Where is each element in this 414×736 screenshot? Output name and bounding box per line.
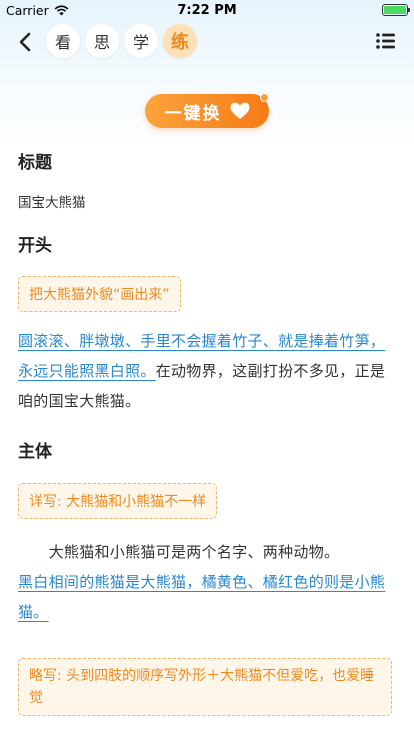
opening-tip-tag[interactable]: 把大熊猫外貌“画出来” [18, 276, 181, 312]
one-click-swap-button[interactable]: 一键换 [145, 93, 269, 128]
title-text: 国宝大熊猫 [18, 195, 86, 211]
opening-paragraph: 圆滚滚、胖墩墩、手里不会握着竹子、就是捧着竹笋，永远只能照黑白照。在动物界，这副… [18, 326, 398, 416]
body-brief-tag[interactable]: 略写: 头到四肢的顺序写外形＋大熊猫不但爱吃，也爱睡觉 [18, 658, 392, 716]
status-bar: Carrier 7:22 PM [0, 0, 414, 20]
body-heading: 主体 [18, 442, 52, 462]
tab-think[interactable]: 思 [85, 24, 119, 58]
body-paragraph-text: 大熊猫和小熊猫可是两个名字、两种动物。 [18, 543, 340, 561]
opening-heading: 开头 [18, 236, 52, 256]
tab-learn[interactable]: 学 [124, 24, 158, 58]
battery-icon [382, 4, 410, 16]
status-time: 7:22 PM [177, 3, 237, 18]
heart-icon [230, 102, 249, 119]
body-highlight-link[interactable]: 黑白相间的熊猫是大熊猫，橘黄色、橘红色的则是小熊猫。 [18, 573, 385, 621]
list-menu-icon[interactable] [376, 32, 396, 50]
tab-practice[interactable]: 练 [163, 24, 197, 58]
swap-label: 一键换 [164, 103, 222, 124]
title-heading: 标题 [18, 153, 52, 173]
body-detail-tag[interactable]: 详写: 大熊猫和小熊猫不一样 [18, 483, 218, 519]
notification-dot [260, 93, 269, 102]
nav-bar: 看 思 学 练 [0, 22, 414, 62]
body-paragraph: 大熊猫和小熊猫可是两个名字、两种动物。黑白相间的熊猫是大熊猫，橘黄色、橘红色的则… [18, 537, 398, 627]
back-chevron-icon[interactable] [14, 28, 38, 56]
tab-look[interactable]: 看 [46, 24, 80, 58]
